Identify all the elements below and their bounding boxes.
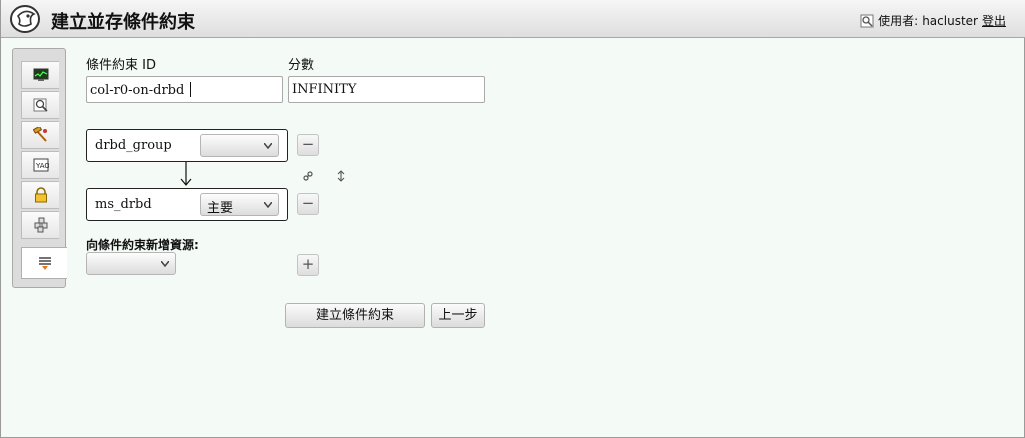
sidebar-item-status[interactable]	[21, 61, 59, 89]
svg-text:YAO: YAO	[35, 162, 49, 170]
constraint-id-field[interactable]: col-r0-on-drbd	[86, 76, 283, 103]
score-label: 分數	[288, 58, 315, 73]
id-card-icon: YAO	[33, 158, 49, 172]
lock-icon	[34, 187, 47, 203]
add-resource-label: 向條件約束新增資源:	[86, 238, 199, 252]
app-logo	[10, 5, 40, 33]
sidebar: YAO	[12, 48, 67, 288]
create-constraint-button[interactable]: 建立條件約束	[285, 303, 425, 328]
constraint-id-label: 條件約束 ID	[86, 58, 156, 73]
constraints-icon	[38, 257, 51, 270]
sidebar-item-security[interactable]	[21, 181, 59, 209]
user-icon	[860, 14, 874, 27]
monitor-icon	[33, 68, 48, 81]
user-label: 使用者:	[878, 14, 919, 28]
chevron-down-icon	[161, 261, 169, 267]
search-icon	[33, 98, 48, 112]
remove-resource-button[interactable]: −	[297, 134, 319, 156]
link-icon[interactable]	[303, 171, 313, 181]
constraint-id-value: col-r0-on-drbd	[90, 83, 185, 98]
resource-box: drbd_group	[86, 129, 288, 162]
score-field[interactable]: INFINITY	[288, 76, 485, 103]
resource-name: ms_drbd	[95, 197, 152, 212]
user-area: 使用者: hacluster 登出	[860, 12, 1006, 29]
resource-role-value: 主要	[207, 201, 234, 216]
resource-role-select[interactable]	[200, 134, 279, 157]
logout-link[interactable]: 登出	[982, 12, 1006, 29]
app-window: 建立並存條件約束 使用者: hacluster 登出 YAO 條件約束 ID c…	[0, 0, 1025, 438]
resource-name: drbd_group	[95, 138, 172, 153]
header-bar: 建立並存條件約束 使用者: hacluster 登出	[1, 0, 1025, 38]
sidebar-item-access[interactable]: YAO	[21, 151, 59, 179]
add-resource-button[interactable]: +	[297, 254, 319, 276]
chevron-down-icon	[264, 202, 272, 208]
page-title: 建立並存條件約束	[51, 12, 195, 33]
sidebar-item-resources[interactable]	[21, 211, 59, 239]
swap-icon[interactable]	[337, 170, 345, 182]
tools-icon	[32, 127, 47, 142]
back-button[interactable]: 上一步	[431, 303, 485, 328]
chevron-down-icon	[264, 143, 272, 149]
username: hacluster	[922, 13, 978, 28]
cluster-icon	[34, 217, 47, 233]
sidebar-item-history[interactable]	[21, 91, 59, 119]
sidebar-item-constraints[interactable]	[21, 247, 67, 279]
sidebar-item-setup[interactable]	[21, 121, 59, 149]
score-value: INFINITY	[292, 82, 357, 97]
arrow-down-icon	[180, 162, 192, 186]
text-cursor	[190, 82, 192, 97]
remove-resource-button[interactable]: −	[297, 193, 319, 215]
resource-box: ms_drbd 主要	[86, 188, 288, 221]
resource-role-select[interactable]: 主要	[200, 193, 279, 216]
add-resource-select[interactable]	[86, 252, 176, 275]
